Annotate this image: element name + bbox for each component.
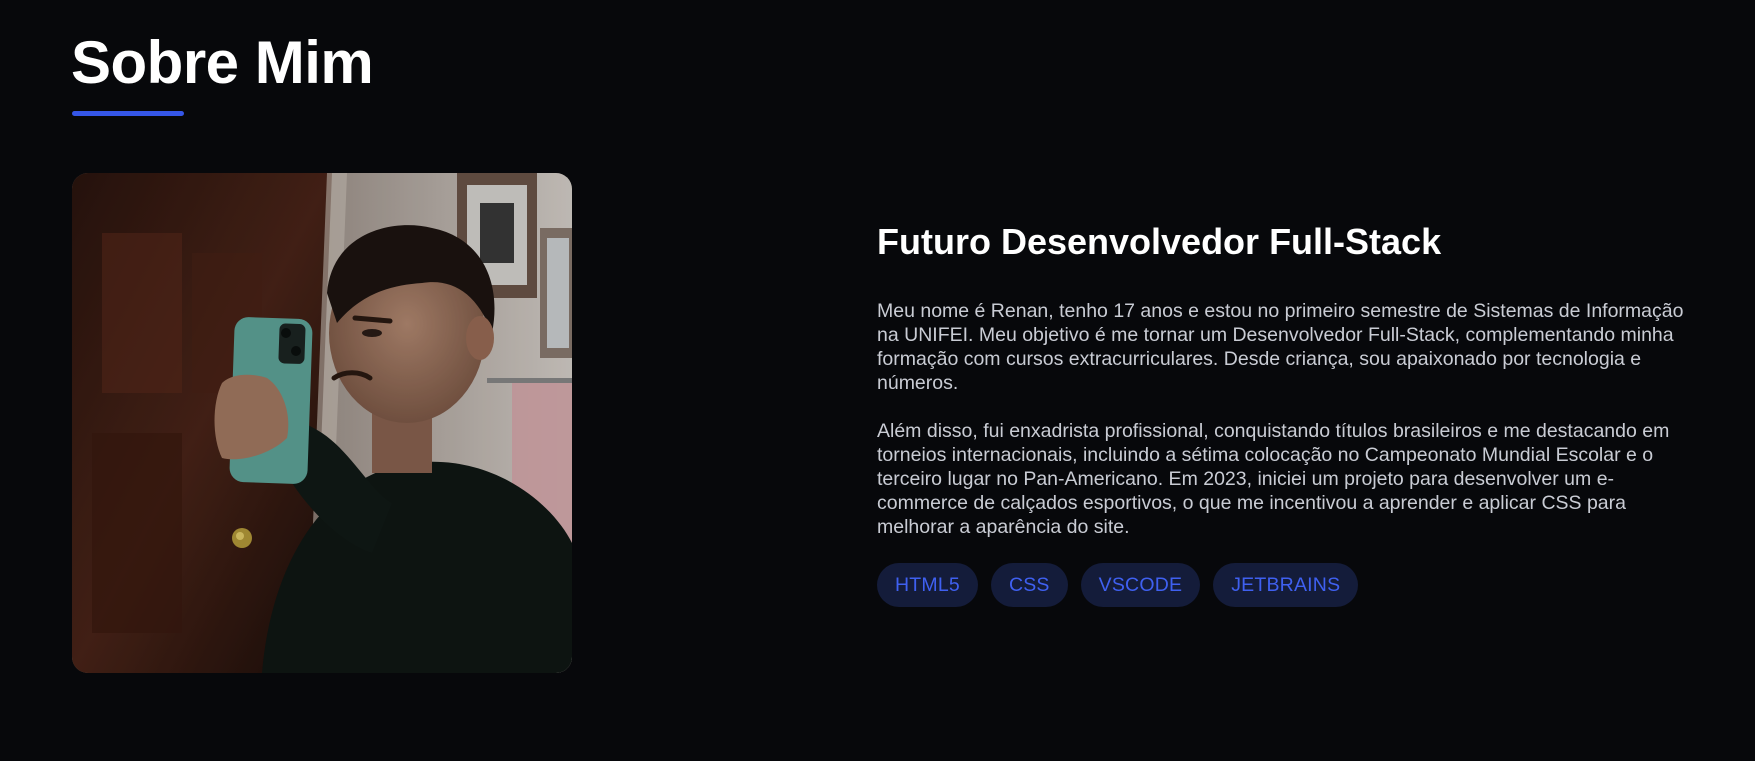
skill-tags: HTML5 CSS VSCODE JETBRAINS (877, 563, 1697, 608)
about-heading: Futuro Desenvolvedor Full-Stack (877, 221, 1442, 262)
profile-photo (72, 173, 572, 673)
tag-jetbrains[interactable]: JETBRAINS (1213, 563, 1359, 608)
tag-css[interactable]: CSS (990, 563, 1068, 608)
about-content: Futuro Desenvolvedor Full-Stack Meu nome… (877, 220, 1697, 608)
about-paragraph-1: Meu nome é Renan, tenho 17 anos e estou … (877, 300, 1684, 395)
title-underline (72, 111, 184, 116)
section-title: Sobre Mim (71, 29, 374, 96)
about-section: Sobre Mim Futuro Desenvolvedor Full-Stac… (0, 0, 1755, 761)
about-paragraph-2: Além disso, fui enxadrista profissional,… (877, 420, 1670, 539)
tag-html5[interactable]: HTML5 (877, 563, 978, 608)
tag-vscode[interactable]: VSCODE (1080, 563, 1201, 608)
profile-photo-illustration (72, 173, 572, 673)
